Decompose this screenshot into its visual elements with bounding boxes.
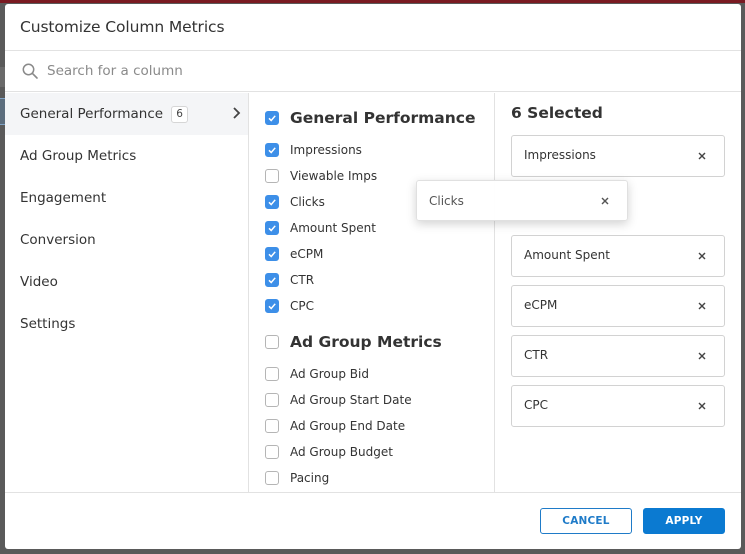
- option-label: Ad Group Start Date: [290, 393, 412, 407]
- modal-body: General Performance 6 Ad Group Metrics E…: [5, 93, 741, 492]
- nav-item-label: Video: [20, 274, 58, 290]
- option-ad-group-end-date[interactable]: Ad Group End Date: [249, 413, 494, 439]
- nav-item-label: Engagement: [20, 190, 107, 206]
- selected-column-chip[interactable]: Amount Spent: [511, 235, 725, 277]
- modal-title: Customize Column Metrics: [20, 18, 225, 36]
- option-checkbox[interactable]: [265, 419, 279, 433]
- close-icon[interactable]: [696, 300, 708, 312]
- option-checkbox[interactable]: [265, 445, 279, 459]
- option-checkbox[interactable]: [265, 247, 279, 261]
- close-icon[interactable]: [696, 250, 708, 262]
- option-label: Viewable Imps: [290, 169, 378, 183]
- option-label: Impressions: [290, 143, 362, 157]
- chip-label: Clicks: [429, 193, 464, 208]
- close-icon[interactable]: [696, 400, 708, 412]
- option-ad-group-start-date[interactable]: Ad Group Start Date: [249, 387, 494, 413]
- nav-item-ad-group-metrics[interactable]: Ad Group Metrics: [5, 135, 248, 177]
- nav-item-label: Ad Group Metrics: [20, 148, 137, 164]
- customize-columns-modal: Customize Column Metrics General Perform…: [5, 4, 741, 549]
- option-label: CTR: [290, 273, 315, 287]
- search-input[interactable]: [47, 63, 447, 79]
- option-ad-group-budget[interactable]: Ad Group Budget: [249, 439, 494, 465]
- option-label: Ad Group Budget: [290, 445, 393, 459]
- modal-footer: CANCEL APPLY: [5, 492, 741, 549]
- option-pacing[interactable]: Pacing: [249, 465, 494, 491]
- option-checkbox[interactable]: [265, 471, 279, 485]
- modal-header: Customize Column Metrics: [5, 4, 741, 51]
- search-bar: [5, 51, 741, 92]
- nav-item-general-performance[interactable]: General Performance 6: [5, 93, 248, 135]
- nav-item-settings[interactable]: Settings: [5, 303, 248, 345]
- group-title: General Performance: [290, 109, 476, 127]
- selected-column-chip[interactable]: Impressions: [511, 135, 725, 177]
- option-impressions[interactable]: Impressions: [249, 137, 494, 163]
- nav-item-label: Settings: [20, 316, 76, 332]
- selected-count-badge: 6: [171, 105, 189, 123]
- option-checkbox[interactable]: [265, 221, 279, 235]
- selected-columns-panel: 6 Selected Impressions Amount Spent eCPM CT…: [495, 93, 741, 492]
- group-checkbox[interactable]: [265, 111, 279, 125]
- option-ecpm[interactable]: eCPM: [249, 241, 494, 267]
- selected-count-title: 6 Selected: [511, 104, 603, 122]
- apply-button[interactable]: APPLY: [643, 508, 725, 534]
- nav-item-label: Conversion: [20, 232, 96, 248]
- search-icon: [22, 63, 38, 79]
- chip-label: CTR: [524, 348, 549, 362]
- option-label: Ad Group Bid: [290, 367, 369, 381]
- selected-columns-list: Impressions Amount Spent eCPM CTR CPC: [511, 135, 725, 427]
- group-header-general-performance[interactable]: General Performance: [249, 103, 494, 133]
- option-checkbox[interactable]: [265, 393, 279, 407]
- chevron-right-icon: [233, 107, 241, 119]
- option-label: Amount Spent: [290, 221, 376, 235]
- selected-column-chip[interactable]: eCPM: [511, 285, 725, 327]
- cancel-button[interactable]: CANCEL: [540, 508, 632, 534]
- option-ctr[interactable]: CTR: [249, 267, 494, 293]
- nav-item-video[interactable]: Video: [5, 261, 248, 303]
- close-icon[interactable]: [696, 350, 708, 362]
- close-icon[interactable]: [599, 195, 611, 207]
- backdrop-header-strip: [0, 0, 745, 3]
- option-checkbox[interactable]: [265, 367, 279, 381]
- nav-item-label: General Performance: [20, 106, 164, 122]
- selected-column-chip[interactable]: CPC: [511, 385, 725, 427]
- category-nav: General Performance 6 Ad Group Metrics E…: [5, 93, 249, 492]
- chip-label: Impressions: [524, 148, 596, 162]
- option-label: CPC: [290, 299, 314, 313]
- group-header-ad-group-metrics[interactable]: Ad Group Metrics: [249, 327, 494, 357]
- chip-label: Amount Spent: [524, 248, 610, 262]
- option-cpc[interactable]: CPC: [249, 293, 494, 319]
- option-label: eCPM: [290, 247, 324, 261]
- group-title: Ad Group Metrics: [290, 333, 442, 351]
- option-checkbox[interactable]: [265, 195, 279, 209]
- nav-item-engagement[interactable]: Engagement: [5, 177, 248, 219]
- option-label: Pacing: [290, 471, 330, 485]
- selected-column-chip[interactable]: CTR: [511, 335, 725, 377]
- chip-label: CPC: [524, 398, 548, 412]
- option-checkbox[interactable]: [265, 143, 279, 157]
- option-checkbox[interactable]: [265, 299, 279, 313]
- option-checkbox[interactable]: [265, 169, 279, 183]
- option-ad-group-bid[interactable]: Ad Group Bid: [249, 361, 494, 387]
- option-label: Ad Group End Date: [290, 419, 406, 433]
- dragging-column-chip[interactable]: Clicks: [416, 180, 628, 221]
- option-label: Clicks: [290, 195, 325, 209]
- option-checkbox[interactable]: [265, 273, 279, 287]
- close-icon[interactable]: [696, 150, 708, 162]
- nav-item-conversion[interactable]: Conversion: [5, 219, 248, 261]
- group-checkbox[interactable]: [265, 335, 279, 349]
- metric-options: General Performance Impressions Viewable I…: [249, 93, 495, 492]
- chip-label: eCPM: [524, 298, 558, 312]
